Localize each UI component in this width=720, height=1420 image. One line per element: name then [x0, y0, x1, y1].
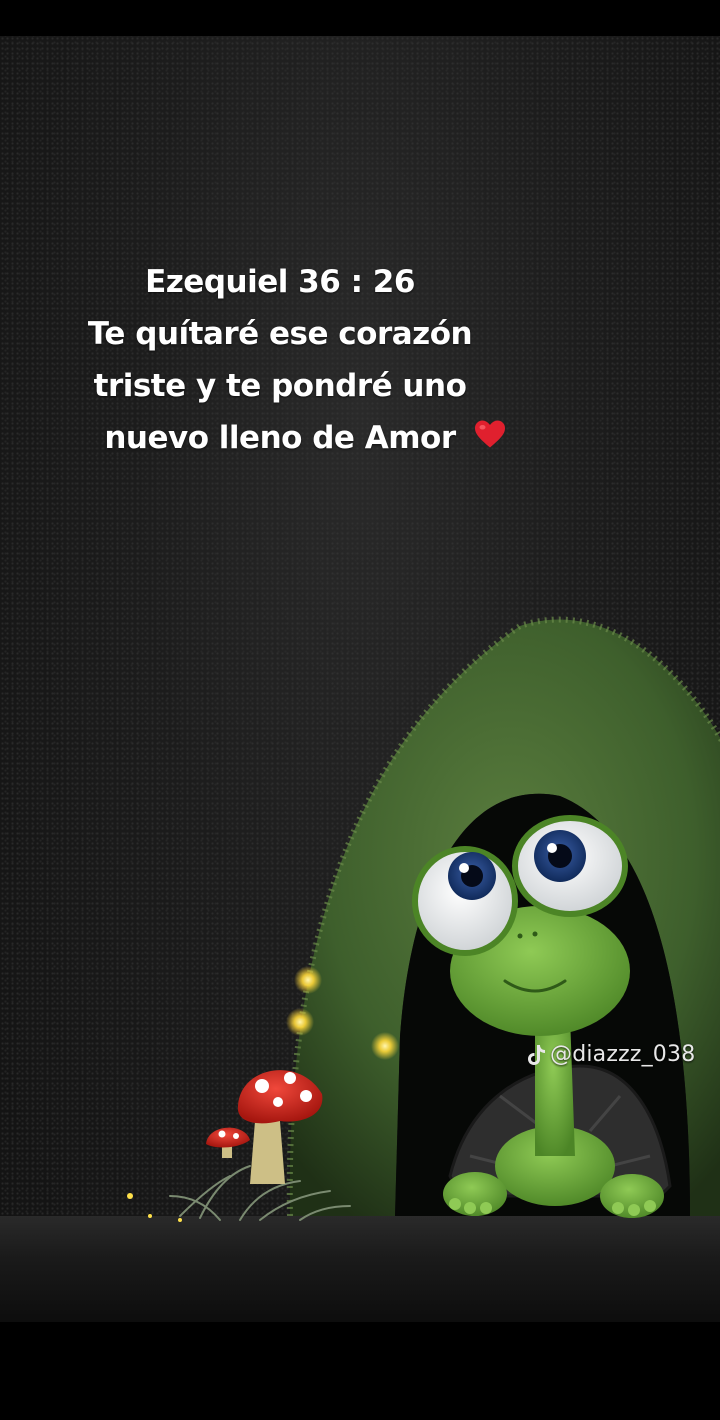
heart-emoji-icon	[475, 420, 505, 448]
tiktok-icon	[528, 1044, 545, 1065]
caption-line-4: nuevo lleno de Amor	[104, 420, 456, 456]
video-frame[interactable]: Ezequiel 36 : 26 Te quítaré ese corazón …	[0, 36, 720, 1322]
letterbox-bottom	[0, 1322, 720, 1420]
caption-line-3: triste y te pondré uno	[93, 368, 467, 404]
caption-line-2: Te quítaré ese corazón	[87, 316, 473, 352]
screen: Ezequiel 36 : 26 Te quítaré ese corazón …	[0, 0, 720, 1420]
small-red-mushroom	[206, 1127, 250, 1158]
tiktok-watermark: @diazzz_038	[526, 1042, 695, 1067]
turtle-illustration	[127, 616, 720, 1222]
watermark-handle: @diazzz_038	[550, 1042, 696, 1067]
caption-line-1: Ezequiel 36 : 26	[145, 264, 415, 300]
letterbox-top	[0, 0, 720, 36]
caption-text: Ezequiel 36 : 26 Te quítaré ese corazón …	[70, 256, 490, 464]
